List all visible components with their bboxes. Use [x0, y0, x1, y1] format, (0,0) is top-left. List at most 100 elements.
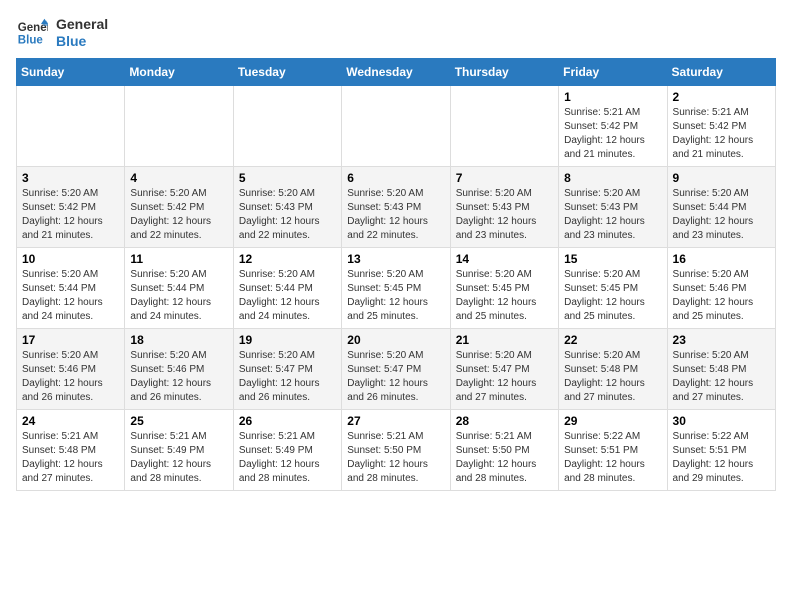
calendar-cell: 28 Sunrise: 5:21 AM Sunset: 5:50 PM Dayli… — [450, 409, 558, 490]
day-number: 7 — [456, 171, 553, 185]
day-number: 8 — [564, 171, 661, 185]
day-info: Sunrise: 5:20 AM Sunset: 5:45 PM Dayligh… — [564, 268, 661, 324]
page-header: General Blue General Blue — [16, 16, 776, 50]
calendar-cell: 10 Sunrise: 5:20 AM Sunset: 5:44 PM Dayli… — [17, 247, 125, 328]
calendar-cell: 17Sunrise: 5:20 AM Sunset: 5:46 PM Dayli… — [17, 328, 125, 409]
day-number: 18 — [130, 333, 227, 347]
calendar-cell: 29Sunrise: 5:22 AM Sunset: 5:51 PM Dayli… — [559, 409, 667, 490]
logo-general: General — [56, 16, 108, 33]
day-number: 4 — [130, 171, 227, 185]
day-info: Sunrise: 5:20 AM Sunset: 5:46 PM Dayligh… — [673, 268, 770, 324]
day-number: 28 — [456, 414, 553, 428]
day-info: Sunrise: 5:20 AM Sunset: 5:48 PM Dayligh… — [564, 349, 661, 405]
day-number: 15 — [564, 252, 661, 266]
calendar-cell: 1Sunrise: 5:21 AM Sunset: 5:42 PM Daylig… — [559, 85, 667, 166]
day-info: Sunrise: 5:20 AM Sunset: 5:45 PM Dayligh… — [347, 268, 444, 324]
calendar-header-row: SundayMondayTuesdayWednesdayThursdayFrid… — [17, 58, 776, 85]
day-info: Sunrise: 5:20 AM Sunset: 5:47 PM Dayligh… — [239, 349, 336, 405]
day-info: Sunrise: 5:21 AM Sunset: 5:49 PM Dayligh… — [130, 430, 227, 486]
day-number: 5 — [239, 171, 336, 185]
day-info: Sunrise: 5:20 AM Sunset: 5:46 PM Dayligh… — [130, 349, 227, 405]
day-number: 25 — [130, 414, 227, 428]
calendar-table: SundayMondayTuesdayWednesdayThursdayFrid… — [16, 58, 776, 491]
calendar-cell: 14Sunrise: 5:20 AM Sunset: 5:45 PM Dayli… — [450, 247, 558, 328]
day-number: 20 — [347, 333, 444, 347]
calendar-cell: 25 Sunrise: 5:21 AM Sunset: 5:49 PM Dayli… — [125, 409, 233, 490]
day-number: 16 — [673, 252, 770, 266]
calendar-cell — [233, 85, 341, 166]
day-number: 22 — [564, 333, 661, 347]
logo-blue: Blue — [56, 33, 108, 50]
calendar-cell: 2 Sunrise: 5:21 AM Sunset: 5:42 PM Daylig… — [667, 85, 775, 166]
calendar-cell: 8 Sunrise: 5:20 AM Sunset: 5:43 PM Daylig… — [559, 166, 667, 247]
calendar-cell: 21 Sunrise: 5:20 AM Sunset: 5:47 PM Dayli… — [450, 328, 558, 409]
calendar-cell: 27 Sunrise: 5:21 AM Sunset: 5:50 PM Dayli… — [342, 409, 450, 490]
day-info: Sunrise: 5:20 AM Sunset: 5:43 PM Dayligh… — [347, 187, 444, 243]
calendar-cell: 22 Sunrise: 5:20 AM Sunset: 5:48 PM Dayli… — [559, 328, 667, 409]
day-number: 21 — [456, 333, 553, 347]
day-number: 26 — [239, 414, 336, 428]
day-header-wednesday: Wednesday — [342, 58, 450, 85]
day-info: Sunrise: 5:20 AM Sunset: 5:42 PM Dayligh… — [130, 187, 227, 243]
calendar-week-row: 17Sunrise: 5:20 AM Sunset: 5:46 PM Dayli… — [17, 328, 776, 409]
day-number: 3 — [22, 171, 119, 185]
calendar-week-row: 3 Sunrise: 5:20 AM Sunset: 5:42 PM Daylig… — [17, 166, 776, 247]
day-info: Sunrise: 5:21 AM Sunset: 5:48 PM Dayligh… — [22, 430, 119, 486]
svg-text:Blue: Blue — [18, 34, 44, 46]
day-info: Sunrise: 5:21 AM Sunset: 5:42 PM Dayligh… — [564, 106, 661, 162]
day-info: Sunrise: 5:20 AM Sunset: 5:42 PM Dayligh… — [22, 187, 119, 243]
calendar-cell — [450, 85, 558, 166]
day-info: Sunrise: 5:20 AM Sunset: 5:45 PM Dayligh… — [456, 268, 553, 324]
day-info: Sunrise: 5:20 AM Sunset: 5:47 PM Dayligh… — [456, 349, 553, 405]
calendar-cell: 24 Sunrise: 5:21 AM Sunset: 5:48 PM Dayli… — [17, 409, 125, 490]
day-number: 2 — [673, 90, 770, 104]
day-header-thursday: Thursday — [450, 58, 558, 85]
day-number: 30 — [673, 414, 770, 428]
calendar-cell — [342, 85, 450, 166]
calendar-week-row: 24 Sunrise: 5:21 AM Sunset: 5:48 PM Dayli… — [17, 409, 776, 490]
calendar-cell: 12Sunrise: 5:20 AM Sunset: 5:44 PM Dayli… — [233, 247, 341, 328]
day-info: Sunrise: 5:22 AM Sunset: 5:51 PM Dayligh… — [673, 430, 770, 486]
day-info: Sunrise: 5:20 AM Sunset: 5:46 PM Dayligh… — [22, 349, 119, 405]
day-info: Sunrise: 5:20 AM Sunset: 5:44 PM Dayligh… — [22, 268, 119, 324]
calendar-cell: 20Sunrise: 5:20 AM Sunset: 5:47 PM Dayli… — [342, 328, 450, 409]
calendar-cell: 3 Sunrise: 5:20 AM Sunset: 5:42 PM Daylig… — [17, 166, 125, 247]
day-number: 27 — [347, 414, 444, 428]
day-header-saturday: Saturday — [667, 58, 775, 85]
calendar-week-row: 1Sunrise: 5:21 AM Sunset: 5:42 PM Daylig… — [17, 85, 776, 166]
day-number: 29 — [564, 414, 661, 428]
calendar-cell: 6Sunrise: 5:20 AM Sunset: 5:43 PM Daylig… — [342, 166, 450, 247]
day-info: Sunrise: 5:20 AM Sunset: 5:48 PM Dayligh… — [673, 349, 770, 405]
day-number: 12 — [239, 252, 336, 266]
calendar-cell: 18 Sunrise: 5:20 AM Sunset: 5:46 PM Dayli… — [125, 328, 233, 409]
calendar-cell: 19Sunrise: 5:20 AM Sunset: 5:47 PM Dayli… — [233, 328, 341, 409]
calendar-cell: 4 Sunrise: 5:20 AM Sunset: 5:42 PM Daylig… — [125, 166, 233, 247]
calendar-week-row: 10 Sunrise: 5:20 AM Sunset: 5:44 PM Dayli… — [17, 247, 776, 328]
calendar-cell: 11 Sunrise: 5:20 AM Sunset: 5:44 PM Dayli… — [125, 247, 233, 328]
day-header-sunday: Sunday — [17, 58, 125, 85]
calendar-cell: 15 Sunrise: 5:20 AM Sunset: 5:45 PM Dayli… — [559, 247, 667, 328]
day-info: Sunrise: 5:21 AM Sunset: 5:42 PM Dayligh… — [673, 106, 770, 162]
day-info: Sunrise: 5:20 AM Sunset: 5:43 PM Dayligh… — [564, 187, 661, 243]
day-number: 24 — [22, 414, 119, 428]
calendar-cell: 9Sunrise: 5:20 AM Sunset: 5:44 PM Daylig… — [667, 166, 775, 247]
day-header-friday: Friday — [559, 58, 667, 85]
day-number: 9 — [673, 171, 770, 185]
day-info: Sunrise: 5:21 AM Sunset: 5:50 PM Dayligh… — [347, 430, 444, 486]
day-info: Sunrise: 5:20 AM Sunset: 5:44 PM Dayligh… — [130, 268, 227, 324]
day-header-tuesday: Tuesday — [233, 58, 341, 85]
day-number: 23 — [673, 333, 770, 347]
calendar-cell: 16 Sunrise: 5:20 AM Sunset: 5:46 PM Dayli… — [667, 247, 775, 328]
day-info: Sunrise: 5:21 AM Sunset: 5:50 PM Dayligh… — [456, 430, 553, 486]
day-info: Sunrise: 5:21 AM Sunset: 5:49 PM Dayligh… — [239, 430, 336, 486]
day-header-monday: Monday — [125, 58, 233, 85]
calendar-cell: 26 Sunrise: 5:21 AM Sunset: 5:49 PM Dayli… — [233, 409, 341, 490]
day-number: 10 — [22, 252, 119, 266]
logo-icon: General Blue — [16, 17, 48, 49]
day-number: 11 — [130, 252, 227, 266]
calendar-cell — [17, 85, 125, 166]
calendar-cell: 23 Sunrise: 5:20 AM Sunset: 5:48 PM Dayli… — [667, 328, 775, 409]
calendar-cell: 30 Sunrise: 5:22 AM Sunset: 5:51 PM Dayli… — [667, 409, 775, 490]
day-info: Sunrise: 5:20 AM Sunset: 5:43 PM Dayligh… — [239, 187, 336, 243]
calendar-cell: 7Sunrise: 5:20 AM Sunset: 5:43 PM Daylig… — [450, 166, 558, 247]
